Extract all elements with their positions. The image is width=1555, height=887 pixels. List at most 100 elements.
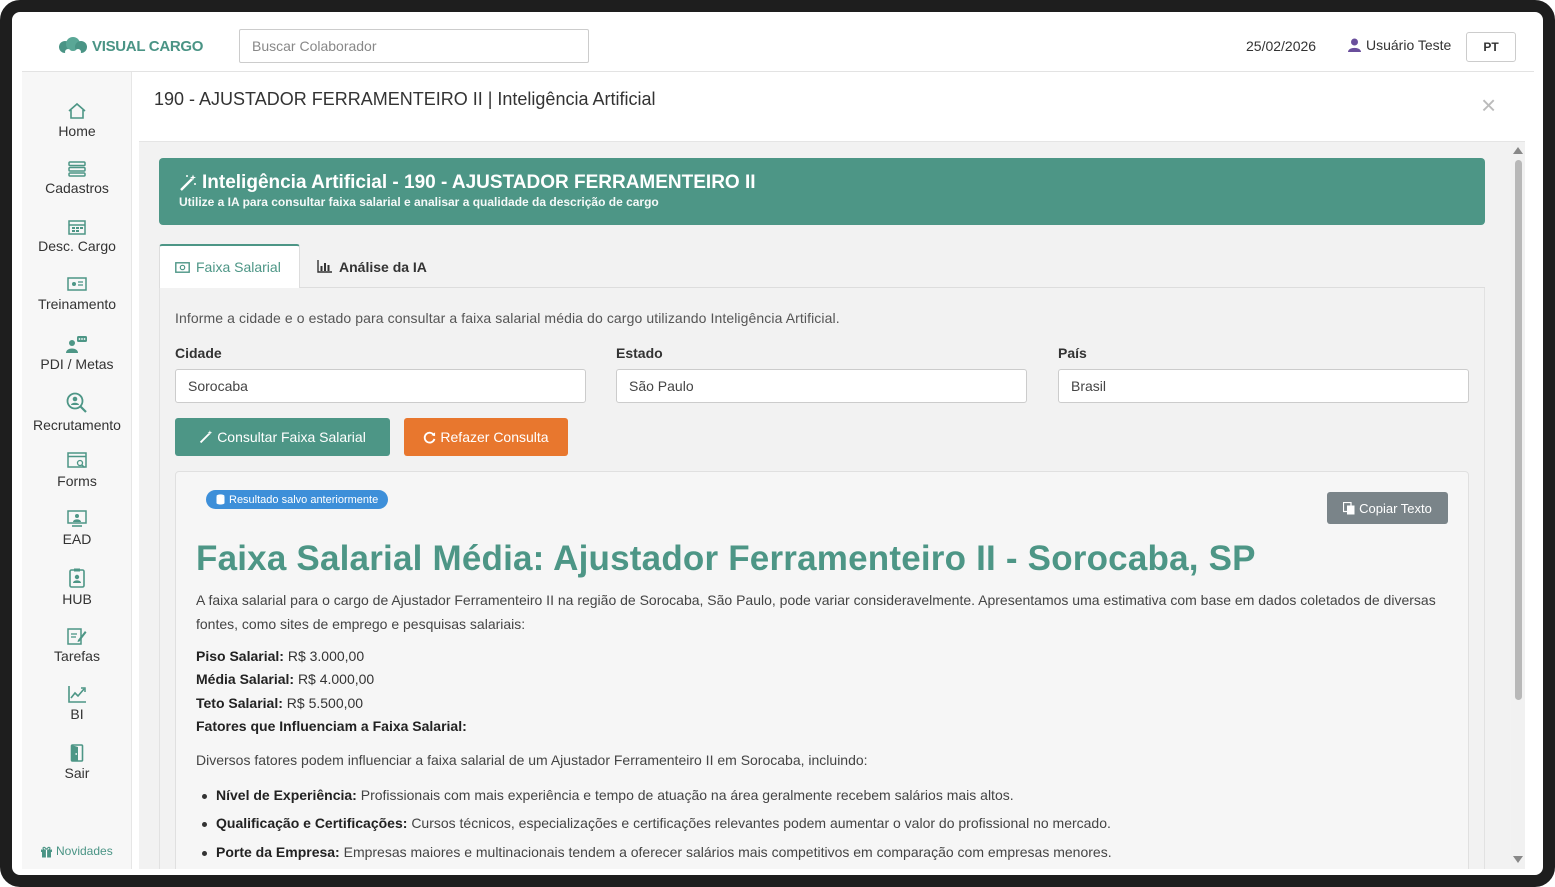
sidebar-item-label: Treinamento: [37, 296, 117, 312]
sidebar-item-label: HUB: [62, 591, 92, 607]
list-item: Nível de Experiência: Profissionais com …: [202, 787, 1014, 803]
sidebar-item-treinamento[interactable]: Treinamento: [22, 277, 132, 312]
factor-text: Empresas maiores e multinacionais tendem…: [343, 844, 1112, 860]
search-user-icon: [66, 392, 87, 413]
scroll-up-arrow[interactable]: [1513, 147, 1523, 154]
stat-label: Piso Salarial:: [196, 648, 284, 664]
factor-label: Porte da Empresa:: [216, 844, 340, 860]
logo-icon: [59, 37, 87, 55]
novidades-link[interactable]: Novidades: [40, 844, 113, 858]
user-chat-icon: [66, 336, 87, 353]
list-icon: [68, 161, 86, 177]
stat-value: R$ 5.500,00: [286, 695, 364, 711]
average-salary-line: Média Salarial: R$ 4.000,00: [196, 671, 374, 687]
money-bill-icon: [175, 261, 190, 273]
calendar-icon: [68, 220, 86, 235]
scroll-down-arrow[interactable]: [1513, 856, 1523, 863]
exit-door-icon: [70, 744, 84, 762]
tab-panel-faixa-salarial: Informe a cidade e o estado para consult…: [159, 288, 1485, 869]
sidebar-item-cadastros[interactable]: Cadastros: [22, 161, 132, 196]
factor-label: Qualificação e Certificações:: [216, 815, 408, 831]
city-field[interactable]: [175, 369, 586, 403]
sidebar-item-label: BI: [70, 706, 84, 722]
sidebar-item-label: EAD: [62, 531, 92, 547]
database-icon: [216, 494, 225, 505]
banner-subtitle: Utilize a IA para consultar faixa salari…: [179, 195, 659, 209]
consult-salary-button[interactable]: Consultar Faixa Salarial: [175, 418, 390, 456]
bar-chart-icon: [317, 260, 332, 273]
button-label: Consultar Faixa Salarial: [217, 429, 366, 445]
top-bar: VISUAL CARGO 25/02/2026 Usuário Teste PT: [22, 22, 1534, 72]
modal-header: 190 - AJUSTADOR FERRAMENTEIRO II | Intel…: [139, 72, 1525, 142]
result-card: Resultado salvo anteriormente Copiar Tex…: [175, 471, 1469, 869]
list-item: Porte da Empresa: Empresas maiores e mul…: [202, 844, 1112, 860]
logo[interactable]: VISUAL CARGO: [58, 37, 203, 55]
factors-title: Fatores que Influenciam a Faixa Salarial…: [196, 718, 467, 734]
tab-bar: Faixa Salarial Análise da IA: [159, 244, 1485, 289]
magic-wand-icon: [180, 174, 196, 191]
sidebar-item-home[interactable]: Home: [22, 102, 132, 139]
sidebar: Home Cadastros Desc. Cargo Treinamento P…: [22, 72, 132, 869]
content-scrollbar[interactable]: [1511, 142, 1525, 869]
edit-icon: [67, 628, 87, 645]
result-title: Faixa Salarial Média: Ajustador Ferramen…: [196, 539, 1256, 578]
sidebar-item-recrutamento[interactable]: Recrutamento: [22, 392, 132, 433]
badge-label: Resultado salvo anteriormente: [229, 493, 379, 506]
close-icon[interactable]: ×: [1481, 92, 1496, 118]
stat-label: Teto Salarial:: [196, 695, 283, 711]
stat-value: R$ 4.000,00: [297, 671, 375, 687]
tab-label: Análise da IA: [339, 258, 427, 275]
sidebar-item-hub[interactable]: HUB: [22, 568, 132, 607]
saved-result-badge: Resultado salvo anteriormente: [206, 490, 389, 509]
user-name: Usuário Teste: [1366, 37, 1452, 53]
ai-banner: Inteligência Artificial - 190 - AJUSTADO…: [159, 158, 1485, 225]
sidebar-item-forms[interactable]: Forms: [22, 452, 132, 489]
sidebar-item-ead[interactable]: EAD: [22, 510, 132, 547]
country-field[interactable]: [1058, 369, 1469, 403]
sidebar-item-desc-cargo[interactable]: Desc. Cargo: [22, 219, 132, 254]
factor-text: Cursos técnicos, especializações e certi…: [411, 815, 1111, 831]
sidebar-item-label: Sair: [64, 765, 90, 781]
copy-text-button[interactable]: Copiar Texto: [1327, 492, 1448, 524]
sidebar-item-label: Tarefas: [54, 648, 100, 664]
factor-label: Nível de Experiência:: [216, 787, 357, 803]
logo-text: VISUAL CARGO: [92, 37, 204, 55]
banner-title-row: Inteligência Artificial - 190 - AJUSTADO…: [179, 172, 756, 194]
redo-query-button[interactable]: Refazer Consulta: [404, 418, 568, 456]
state-field[interactable]: [616, 369, 1027, 403]
sidebar-item-tarefas[interactable]: Tarefas: [22, 627, 132, 664]
city-label: Cidade: [175, 345, 222, 361]
search-input[interactable]: [239, 29, 589, 63]
app-window: VISUAL CARGO 25/02/2026 Usuário Teste PT…: [0, 0, 1555, 887]
sidebar-item-sair[interactable]: Sair: [22, 744, 132, 781]
scroll-thumb[interactable]: [1515, 160, 1522, 700]
tab-faixa-salarial[interactable]: Faixa Salarial: [159, 244, 300, 289]
banner-title: Inteligência Artificial - 190 - AJUSTADO…: [202, 172, 756, 193]
floor-salary-line: Piso Salarial: R$ 3.000,00: [196, 648, 364, 664]
list-item: Qualificação e Certificações: Cursos téc…: [202, 815, 1111, 831]
stat-value: R$ 3.000,00: [287, 648, 365, 664]
current-date: 25/02/2026: [1246, 38, 1317, 54]
copy-icon: [1343, 501, 1355, 514]
form-intro: Informe a cidade e o estado para consult…: [175, 310, 840, 326]
form-icon: [67, 452, 87, 468]
factor-text: Profissionais com mais experiência e tem…: [360, 787, 1014, 803]
magic-wand-icon: [200, 430, 213, 444]
user-menu[interactable]: Usuário Teste: [1348, 37, 1451, 53]
state-label: Estado: [616, 345, 663, 361]
presentation-icon: [67, 277, 87, 291]
ceiling-salary-line: Teto Salarial: R$ 5.500,00: [196, 695, 363, 711]
modal-title: 190 - AJUSTADOR FERRAMENTEIRO II | Intel…: [154, 89, 656, 109]
country-label: País: [1058, 345, 1087, 361]
sidebar-item-pdi-metas[interactable]: PDI / Metas: [22, 335, 132, 372]
language-button[interactable]: PT: [1466, 32, 1516, 62]
sidebar-item-label: Recrutamento: [33, 417, 121, 433]
gift-icon: [41, 846, 52, 857]
tab-analise-ia[interactable]: Análise da IA: [302, 244, 442, 289]
clipboard-user-icon: [69, 568, 85, 588]
stat-label: Média Salarial:: [196, 671, 295, 687]
sidebar-item-label: PDI / Metas: [40, 356, 114, 372]
sidebar-item-bi[interactable]: BI: [22, 685, 132, 722]
sidebar-item-label: Forms: [57, 473, 97, 489]
home-icon: [68, 102, 86, 119]
